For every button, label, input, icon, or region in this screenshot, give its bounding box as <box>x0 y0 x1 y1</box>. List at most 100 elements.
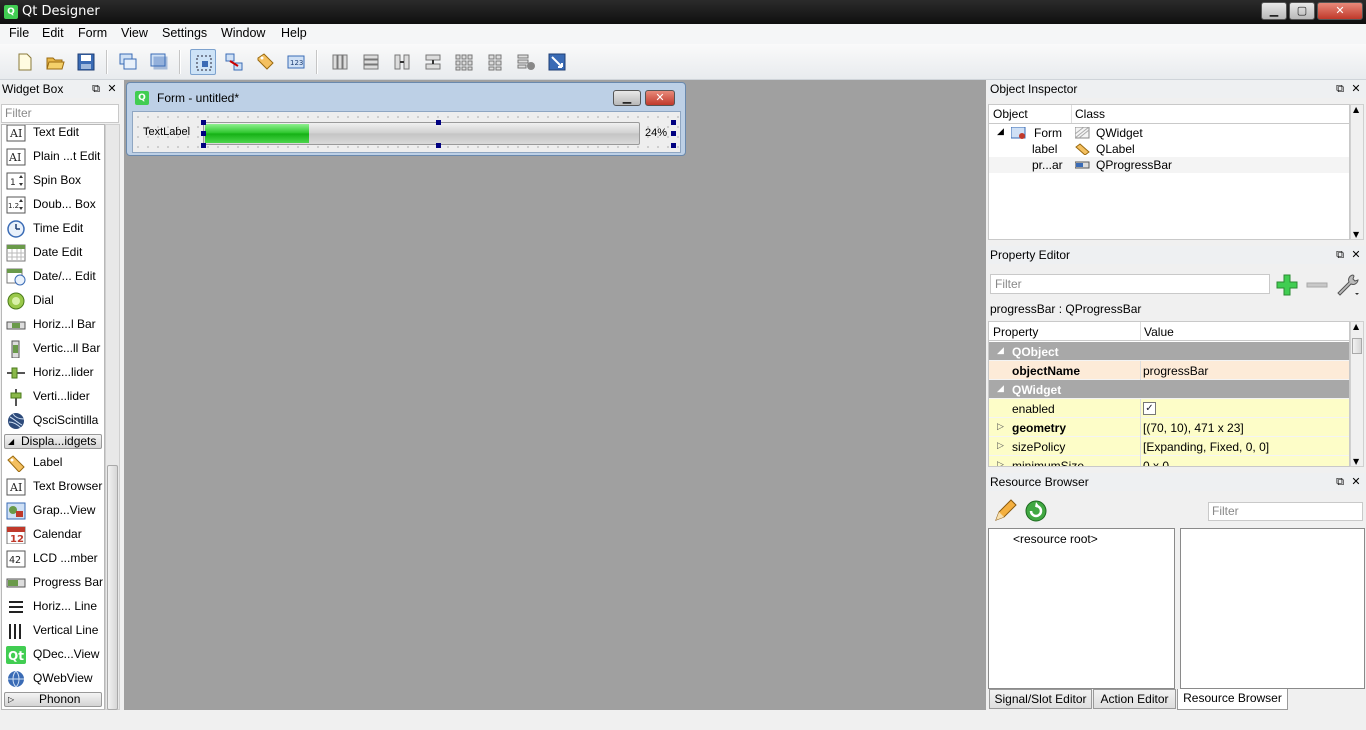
table-row[interactable]: ◢ Form QWidget <box>989 125 1349 141</box>
list-item[interactable]: Time Edit <box>2 217 104 241</box>
edit-resources-pencil-icon[interactable] <box>992 498 1018 524</box>
form-window[interactable]: Q Form - untitled* ▁ ✕ TextLabel 24% <box>126 82 686 156</box>
menu-window[interactable]: Window <box>221 26 265 40</box>
form-minimize-button[interactable]: ▁ <box>613 90 641 106</box>
list-item[interactable]: Qt QDec...View <box>2 643 104 667</box>
menu-edit[interactable]: Edit <box>42 26 64 40</box>
expand-arrow-icon[interactable]: ▷ <box>997 440 1004 451</box>
adjust-size-button[interactable] <box>544 49 570 75</box>
table-row[interactable]: pr...ar QProgressBar <box>989 157 1349 173</box>
property-row-minimumsize[interactable]: ▷ minimumSize 0 x 0 <box>989 456 1349 466</box>
form-close-button[interactable]: ✕ <box>645 90 675 106</box>
grid-layout-button[interactable] <box>451 49 477 75</box>
minimize-button[interactable]: ▁ <box>1261 2 1287 20</box>
selection-handle[interactable] <box>436 143 441 148</box>
list-item[interactable]: QsciScintilla <box>2 409 104 433</box>
float-icon[interactable]: ⧉ <box>1334 475 1346 489</box>
list-item[interactable]: Horiz... Line <box>2 595 104 619</box>
list-item[interactable]: Date/... Edit <box>2 265 104 289</box>
property-row-enabled[interactable]: enabled ✓ <box>989 399 1349 418</box>
open-button[interactable] <box>42 49 68 75</box>
property-group-qobject[interactable]: ◢ QObject <box>989 342 1349 361</box>
property-row-objectname[interactable]: objectName progressBar <box>989 361 1349 380</box>
resource-file-list[interactable] <box>1180 528 1365 689</box>
layout-vertically-button[interactable] <box>358 49 384 75</box>
category-phonon[interactable]: ▷ Phonon <box>4 692 102 707</box>
selection-handle[interactable] <box>201 131 206 136</box>
widget-list-scrollbar[interactable] <box>105 124 120 710</box>
property-row-geometry[interactable]: ▷ geometry [(70, 10), 471 x 23] <box>989 418 1349 437</box>
widget-filter-input[interactable]: Filter <box>1 104 119 123</box>
property-group-qwidget[interactable]: ◢ QWidget <box>989 380 1349 399</box>
maximize-button[interactable]: ▢ <box>1289 2 1315 20</box>
list-item[interactable]: AI Text Edit <box>2 125 104 145</box>
table-row[interactable]: label QLabel <box>989 141 1349 157</box>
list-item[interactable]: Grap...View <box>2 499 104 523</box>
list-item[interactable]: QWebView <box>2 667 104 691</box>
edit-signals-button[interactable] <box>221 49 247 75</box>
list-item[interactable]: Vertic...ll Bar <box>2 337 104 361</box>
list-item[interactable]: Horiz...l Bar <box>2 313 104 337</box>
selection-handle[interactable] <box>671 131 676 136</box>
tile-windows-button[interactable] <box>146 49 172 75</box>
selection-handle[interactable] <box>201 120 206 125</box>
menu-settings[interactable]: Settings <box>162 26 207 40</box>
float-icon[interactable]: ⧉ <box>1334 82 1346 96</box>
list-item[interactable]: 12 Calendar <box>2 523 104 547</box>
tab-action-editor[interactable]: Action Editor <box>1093 689 1176 709</box>
close-icon[interactable]: ✕ <box>1350 475 1362 489</box>
selection-handle[interactable] <box>671 143 676 148</box>
cascade-windows-button[interactable] <box>115 49 141 75</box>
float-icon[interactable]: ⧉ <box>90 82 102 96</box>
selection-handle[interactable] <box>436 120 441 125</box>
list-item[interactable]: AI Plain ...t Edit <box>2 145 104 169</box>
selection-handle[interactable] <box>201 143 206 148</box>
list-item[interactable]: Verti...lider <box>2 385 104 409</box>
form-layout-button[interactable] <box>482 49 508 75</box>
column-object[interactable]: Object <box>993 107 1028 121</box>
close-icon[interactable]: ✕ <box>106 82 118 96</box>
menu-help[interactable]: Help <box>281 26 307 40</box>
scrollbar-thumb[interactable] <box>1352 338 1362 354</box>
property-row-sizepolicy[interactable]: ▷ sizePolicy [Expanding, Fixed, 0, 0] <box>989 437 1349 456</box>
list-item[interactable]: 42 LCD ...mber <box>2 547 104 571</box>
list-item[interactable]: Dial <box>2 289 104 313</box>
tab-signal-slot-editor[interactable]: Signal/Slot Editor <box>989 689 1092 709</box>
layout-horizontally-button[interactable] <box>327 49 353 75</box>
list-item[interactable]: Vertical Line <box>2 619 104 643</box>
edit-tab-order-button[interactable]: 123 <box>283 49 309 75</box>
close-button[interactable]: ✕ <box>1317 2 1363 20</box>
resource-tree[interactable]: <resource root> <box>988 528 1175 689</box>
expand-arrow-icon[interactable]: ▷ <box>997 459 1004 466</box>
new-file-button[interactable] <box>11 49 37 75</box>
resource-root-item[interactable]: <resource root> <box>1013 532 1098 546</box>
remove-property-icon[interactable] <box>1305 273 1329 297</box>
resource-filter-input[interactable]: Filter <box>1208 502 1363 521</box>
list-item[interactable]: 1 Spin Box <box>2 169 104 193</box>
menu-file[interactable]: File <box>9 26 29 40</box>
property-scrollbar[interactable]: ▲ ▼ <box>1350 321 1364 467</box>
scroll-down-icon[interactable]: ▼ <box>1353 457 1359 466</box>
form-canvas[interactable]: TextLabel 24% <box>132 111 681 153</box>
column-property[interactable]: Property <box>993 325 1038 339</box>
object-tree-scrollbar[interactable]: ▲ ▼ <box>1350 104 1364 240</box>
menu-view[interactable]: View <box>121 26 148 40</box>
vertical-splitter-button[interactable] <box>420 49 446 75</box>
horizontal-splitter-button[interactable] <box>389 49 415 75</box>
list-item[interactable]: 1.2 Doub... Box <box>2 193 104 217</box>
progress-bar-widget[interactable]: 24% <box>203 122 674 145</box>
scroll-down-icon[interactable]: ▼ <box>1353 230 1359 239</box>
edit-widgets-button[interactable] <box>190 49 216 75</box>
edit-buddies-button[interactable] <box>252 49 278 75</box>
close-icon[interactable]: ✕ <box>1350 248 1362 262</box>
column-value[interactable]: Value <box>1144 325 1174 339</box>
scroll-up-icon[interactable]: ▲ <box>1353 322 1359 331</box>
save-button[interactable] <box>73 49 99 75</box>
float-icon[interactable]: ⧉ <box>1334 248 1346 262</box>
scroll-up-icon[interactable]: ▲ <box>1353 105 1359 114</box>
property-filter-input[interactable]: Filter <box>990 274 1270 294</box>
reload-icon[interactable] <box>1023 498 1049 524</box>
category-display-widgets[interactable]: ◢ Displa...idgets <box>4 434 102 449</box>
list-item[interactable]: Label <box>2 451 104 475</box>
selection-handle[interactable] <box>671 120 676 125</box>
